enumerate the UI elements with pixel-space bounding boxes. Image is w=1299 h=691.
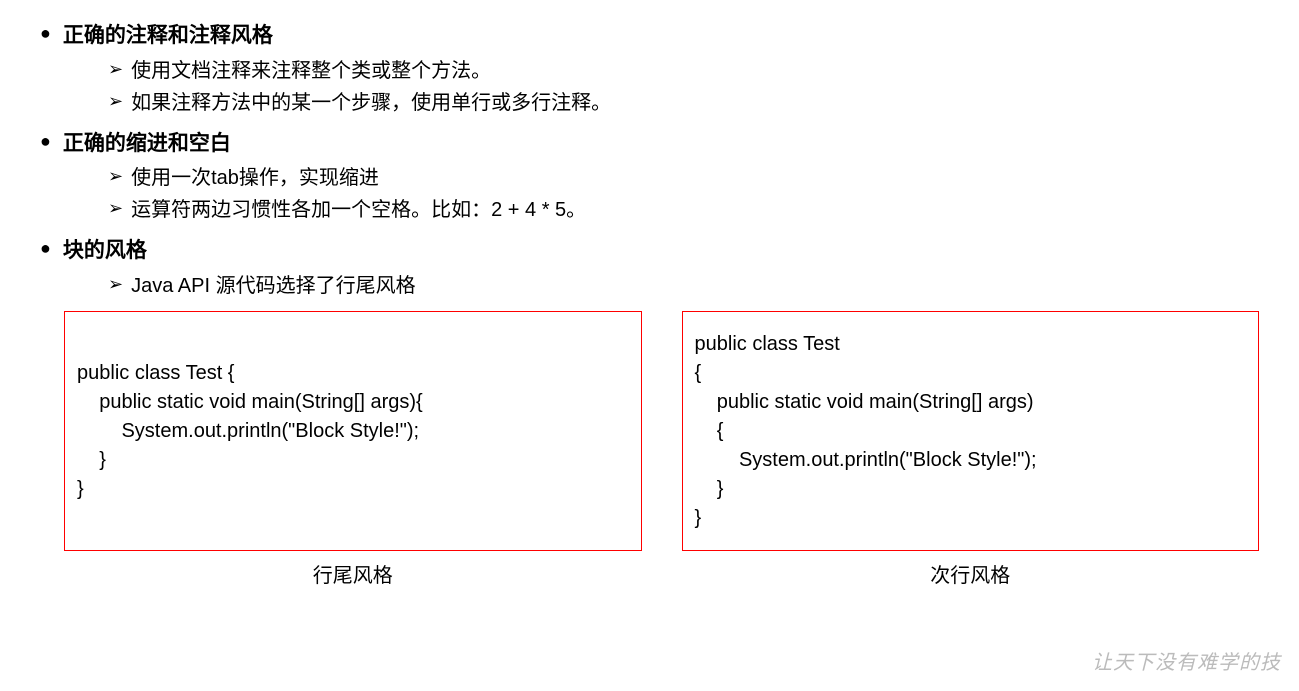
main-bullet-list: ● 正确的注释和注释风格 ➢ 使用文档注释来注释整个类或整个方法。 ➢ 如果注释… bbox=[40, 20, 1259, 301]
sub-text: 使用文档注释来注释整个类或整个方法。 bbox=[131, 56, 491, 86]
bullet-item-indent: ● 正确的缩进和空白 ➢ 使用一次tab操作，实现缩进 ➢ 运算符两边习惯性各加… bbox=[40, 128, 1259, 226]
sub-list: ➢ 使用一次tab操作，实现缩进 ➢ 运算符两边习惯性各加一个空格。比如：2 +… bbox=[40, 163, 1259, 225]
code-caption-endofline: 行尾风格 bbox=[313, 561, 393, 591]
sub-text: 运算符两边习惯性各加一个空格。比如：2 + 4 * 5。 bbox=[131, 195, 586, 225]
watermark-text: 让天下没有难学的技 bbox=[1092, 648, 1281, 678]
sub-text: 如果注释方法中的某一个步骤，使用单行或多行注释。 bbox=[131, 88, 611, 118]
code-box-endofline: public class Test { public static void m… bbox=[64, 311, 642, 551]
arrow-icon: ➢ bbox=[108, 56, 123, 83]
code-caption-nextline: 次行风格 bbox=[930, 561, 1010, 591]
bullet-item-block-style: ● 块的风格 ➢ Java API 源代码选择了行尾风格 bbox=[40, 235, 1259, 301]
sub-item: ➢ 如果注释方法中的某一个步骤，使用单行或多行注释。 bbox=[108, 88, 1259, 118]
code-column-nextline: public class Test { public static void m… bbox=[682, 311, 1260, 591]
code-column-endofline: public class Test { public static void m… bbox=[64, 311, 642, 591]
sub-text: Java API 源代码选择了行尾风格 bbox=[131, 271, 416, 301]
bullet-dot-icon: ● bbox=[40, 128, 51, 155]
bullet-dot-icon: ● bbox=[40, 235, 51, 262]
bullet-dot-icon: ● bbox=[40, 20, 51, 47]
arrow-icon: ➢ bbox=[108, 88, 123, 115]
code-box-nextline: public class Test { public static void m… bbox=[682, 311, 1260, 551]
sub-item: ➢ Java API 源代码选择了行尾风格 bbox=[108, 271, 1259, 301]
sub-item: ➢ 使用文档注释来注释整个类或整个方法。 bbox=[108, 56, 1259, 86]
sub-list: ➢ 使用文档注释来注释整个类或整个方法。 ➢ 如果注释方法中的某一个步骤，使用单… bbox=[40, 56, 1259, 118]
arrow-icon: ➢ bbox=[108, 195, 123, 222]
bullet-title: 正确的缩进和空白 bbox=[63, 128, 231, 160]
bullet-title: 正确的注释和注释风格 bbox=[63, 20, 273, 52]
sub-item: ➢ 运算符两边习惯性各加一个空格。比如：2 + 4 * 5。 bbox=[108, 195, 1259, 225]
arrow-icon: ➢ bbox=[108, 271, 123, 298]
sub-list: ➢ Java API 源代码选择了行尾风格 bbox=[40, 271, 1259, 301]
sub-item: ➢ 使用一次tab操作，实现缩进 bbox=[108, 163, 1259, 193]
bullet-item-comments: ● 正确的注释和注释风格 ➢ 使用文档注释来注释整个类或整个方法。 ➢ 如果注释… bbox=[40, 20, 1259, 118]
arrow-icon: ➢ bbox=[108, 163, 123, 190]
bullet-title: 块的风格 bbox=[63, 235, 147, 267]
sub-text: 使用一次tab操作，实现缩进 bbox=[131, 163, 379, 193]
code-examples-row: public class Test { public static void m… bbox=[40, 311, 1259, 591]
